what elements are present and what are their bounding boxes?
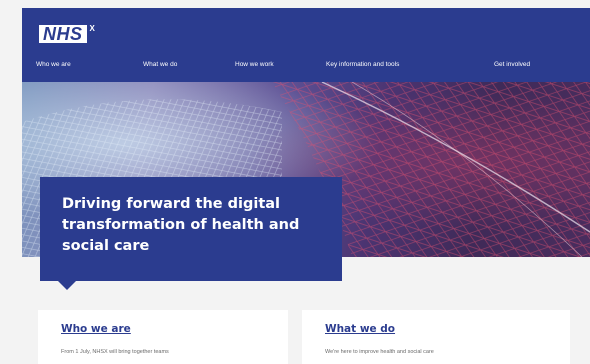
nav-item-who-we-are[interactable]: Who we are: [36, 59, 71, 71]
banner-pointer: [58, 281, 76, 290]
card-text-who-we-are: From 1 July, NHSX will bring together te…: [61, 349, 169, 355]
card-text-what-we-do: We're here to improve health and social …: [325, 349, 434, 355]
page: NHS X Who we are What we do How we work …: [0, 0, 590, 364]
logo-suffix: X: [89, 24, 95, 33]
site-header: NHS X Who we are What we do How we work …: [22, 8, 590, 82]
card-title-who-we-are[interactable]: Who we are: [61, 322, 131, 336]
card-title-what-we-do[interactable]: What we do: [325, 322, 395, 336]
nhsx-logo[interactable]: NHS X: [39, 24, 95, 43]
nav-item-get-involved[interactable]: Get involved: [494, 59, 530, 71]
logo-text: NHS: [39, 25, 87, 43]
nav-item-key-information[interactable]: Key information and tools: [326, 59, 399, 71]
nav-item-what-we-do[interactable]: What we do: [143, 59, 177, 71]
card-what-we-do: What we do We're here to improve health …: [302, 310, 570, 364]
card-who-we-are: Who we are From 1 July, NHSX will bring …: [38, 310, 288, 364]
main-nav: Who we are What we do How we work Key in…: [36, 55, 572, 75]
hero-title: Driving forward the digital transformati…: [62, 196, 300, 254]
nav-item-how-we-work[interactable]: How we work: [235, 59, 274, 71]
hero-banner: Driving forward the digital transformati…: [40, 177, 342, 281]
